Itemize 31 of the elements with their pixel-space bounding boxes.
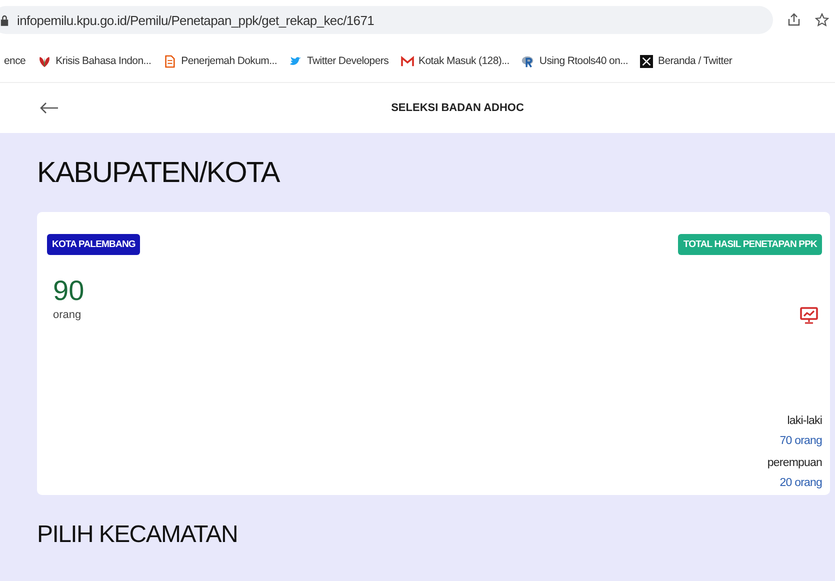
total-unit: orang — [53, 309, 82, 321]
gender-label: laki-laki — [787, 415, 822, 427]
url-text: infopemilu.kpu.go.id/Pemilu/Penetapan_ppk/get_rekap_kec/1671 — [17, 12, 374, 28]
document-icon — [163, 54, 176, 68]
section-heading: PILIH KECAMATAN — [37, 521, 238, 549]
region-badge: KOTA PALEMBANG — [47, 234, 140, 255]
star-icon[interactable] — [815, 13, 829, 27]
gender-count: 70 orang — [780, 435, 822, 447]
address-bar[interactable]: infopemilu.kpu.go.id/Pemilu/Penetapan_ppk/get_rekap_kec/1671 — [0, 6, 773, 34]
bookmark-link[interactable]: Twitter Developers — [306, 55, 389, 67]
r-logo-icon — [521, 54, 534, 68]
total-count: 90 — [53, 275, 84, 307]
back-arrow-icon[interactable] — [39, 102, 59, 114]
monitor-chart-icon — [800, 307, 818, 325]
lock-icon — [0, 14, 9, 26]
page-title: SELEKSI BADAN ADHOC — [391, 102, 524, 114]
total-label-badge: TOTAL HASIL PENETAPAN PPK — [678, 234, 822, 255]
gender-count: 20 orang — [780, 477, 822, 489]
bookmark-link[interactable]: Kotak Masuk (128)... — [418, 55, 510, 67]
bookmark-link[interactable]: Beranda / Twitter — [658, 55, 732, 67]
bookmark-link[interactable]: Krisis Bahasa Indon... — [56, 55, 152, 67]
section-heading: KABUPATEN/KOTA — [37, 157, 281, 190]
mail-icon — [400, 56, 414, 66]
bookmark-link[interactable]: Penerjemah Dokum... — [181, 55, 277, 67]
bird-icon — [288, 54, 302, 68]
share-icon[interactable] — [787, 13, 801, 27]
bookmark-link[interactable]: ence — [4, 55, 26, 67]
leaf-icon — [38, 54, 51, 68]
x-logo-icon — [640, 54, 653, 68]
bookmark-link[interactable]: Using Rtools40 on... — [539, 55, 628, 67]
gender-label: perempuan — [767, 457, 822, 469]
